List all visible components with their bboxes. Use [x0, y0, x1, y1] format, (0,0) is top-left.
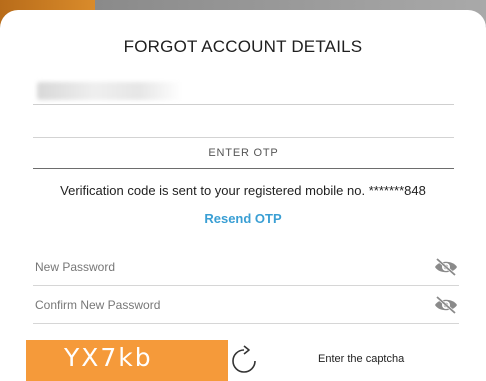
- otp-field[interactable]: ENTER OTP: [33, 137, 454, 169]
- verification-message: Verification code is sent to your regist…: [60, 183, 426, 198]
- confirm-password-field[interactable]: Confirm New Password: [33, 289, 459, 324]
- refresh-icon[interactable]: [230, 345, 258, 375]
- resend-otp-link[interactable]: Resend OTP: [0, 211, 486, 226]
- eye-slash-icon[interactable]: [433, 257, 459, 277]
- account-id-field[interactable]: [33, 76, 454, 105]
- captcha-code: YX7kb: [64, 343, 153, 372]
- masked-value: [37, 82, 182, 100]
- captcha-label: Enter the captcha: [318, 353, 405, 365]
- otp-label: ENTER OTP: [208, 147, 279, 159]
- new-password-placeholder: New Password: [35, 260, 116, 274]
- new-password-field[interactable]: New Password: [33, 251, 459, 286]
- confirm-password-placeholder: Confirm New Password: [35, 298, 161, 312]
- modal-title: FORGOT ACCOUNT DETAILS: [123, 37, 363, 56]
- eye-slash-icon[interactable]: [433, 295, 459, 315]
- captcha-image: YX7kb: [26, 340, 228, 381]
